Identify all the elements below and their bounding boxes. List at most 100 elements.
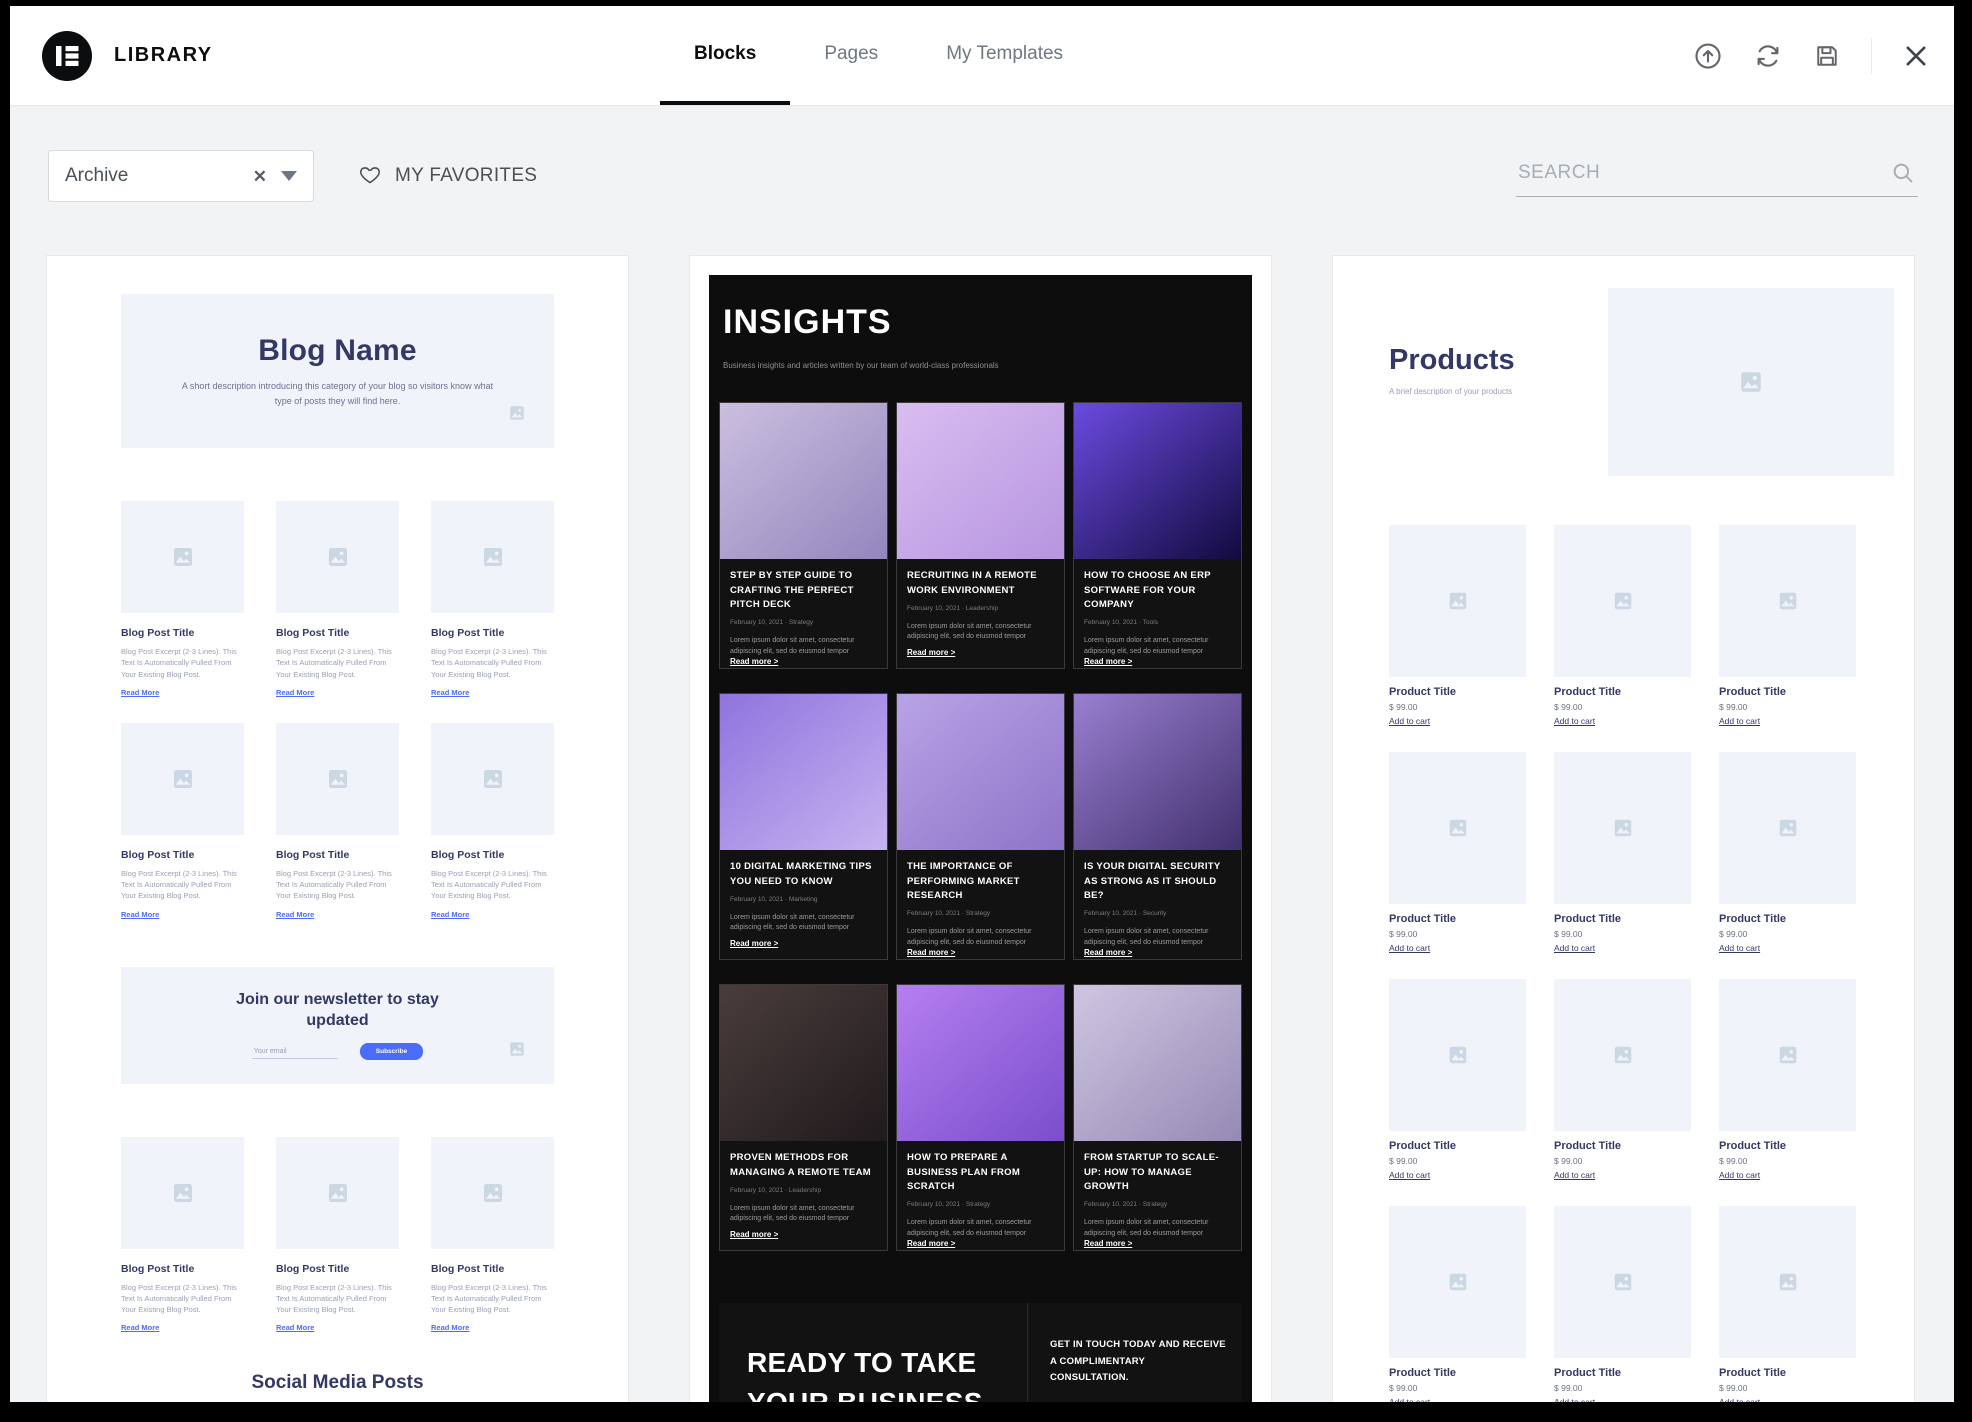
article-meta: February 10, 2021 · Marketing xyxy=(730,896,877,903)
template-card-products[interactable]: Products A brief description of your pro… xyxy=(1332,255,1915,1402)
article-image xyxy=(897,694,1064,850)
blog-post-excerpt: Blog Post Excerpt (2-3 Lines). This Text… xyxy=(121,868,244,902)
product-preview: Product Title $ 99.00 Add to cart xyxy=(1719,752,1856,953)
blog-post-title: Blog Post Title xyxy=(276,849,399,861)
article-meta: February 10, 2021 · Tools xyxy=(1084,619,1231,626)
heart-icon xyxy=(358,163,382,190)
template-card-blog-archive[interactable]: Blog Name A short description introducin… xyxy=(46,255,629,1402)
blog-description: A short description introducing this cat… xyxy=(173,379,503,408)
article-card: Proven methods for managing a remote tea… xyxy=(719,984,888,1251)
tab-blocks[interactable]: Blocks xyxy=(660,6,790,105)
blog-post-excerpt: Blog Post Excerpt (2-3 Lines). This Text… xyxy=(431,646,554,680)
toolbar-divider xyxy=(1871,38,1872,74)
tab-my-templates[interactable]: My Templates xyxy=(912,6,1097,105)
article-card: The importance of performing market rese… xyxy=(896,693,1065,960)
blog-hero-section: Blog Name A short description introducin… xyxy=(121,294,554,448)
image-placeholder xyxy=(1719,752,1856,904)
read-more-link: Read More xyxy=(121,910,244,919)
read-more-link: Read More xyxy=(276,910,399,919)
read-more-link: Read more > xyxy=(1084,657,1231,666)
header-toolbar xyxy=(1693,6,1954,105)
product-price: $ 99.00 xyxy=(1554,929,1691,939)
image-placeholder xyxy=(121,501,244,613)
tab-pages[interactable]: Pages xyxy=(790,6,912,105)
product-price: $ 99.00 xyxy=(1719,1383,1856,1393)
search-icon xyxy=(1890,160,1916,191)
image-placeholder xyxy=(1389,752,1526,904)
products-row: Product Title $ 99.00 Add to cart Produc… xyxy=(1389,979,1856,1180)
article-meta: February 10, 2021 · Strategy xyxy=(907,910,1054,917)
circle-arrow-up-icon xyxy=(1693,41,1723,71)
image-placeholder xyxy=(1719,979,1856,1131)
image-placeholder xyxy=(1554,979,1691,1131)
close-library-button[interactable] xyxy=(1902,42,1930,70)
image-placeholder xyxy=(1719,525,1856,677)
template-card-insights[interactable]: INSIGHTS Business insights and articles … xyxy=(689,255,1272,1402)
article-title: Step by step guide to crafting the perfe… xyxy=(730,569,877,612)
article-card: How to prepare a business plan from scra… xyxy=(896,984,1065,1251)
sync-library-button[interactable] xyxy=(1753,41,1783,71)
product-price: $ 99.00 xyxy=(1719,929,1856,939)
add-to-cart-link: Add to cart xyxy=(1389,716,1526,726)
search-input[interactable] xyxy=(1516,156,1918,197)
product-price: $ 99.00 xyxy=(1719,1156,1856,1166)
article-title: How to choose an ERP software for your c… xyxy=(1084,569,1231,612)
blog-post-title: Blog Post Title xyxy=(121,849,244,861)
article-excerpt: Lorem ipsum dolor sit amet, consectetur … xyxy=(907,622,1054,643)
blog-post-title: Blog Post Title xyxy=(431,627,554,639)
image-placeholder xyxy=(121,1137,244,1249)
newsletter-section: Join our newsletter to stay updated Your… xyxy=(121,967,554,1084)
add-to-cart-link: Add to cart xyxy=(1389,943,1526,953)
blog-post-preview: Blog Post Title Blog Post Excerpt (2-3 L… xyxy=(121,723,244,919)
read-more-link: Read More xyxy=(431,688,554,697)
product-preview: Product Title $ 99.00 Add to cart xyxy=(1389,1206,1526,1402)
brand: LIBRARY xyxy=(10,6,213,105)
blog-name-heading: Blog Name xyxy=(258,334,417,368)
my-favorites-toggle[interactable]: MY FAVORITES xyxy=(358,163,537,190)
article-image xyxy=(897,985,1064,1141)
article-title: 10 digital marketing tips you need to kn… xyxy=(730,860,877,889)
blog-post-title: Blog Post Title xyxy=(121,627,244,639)
blog-post-title: Blog Post Title xyxy=(431,1263,554,1275)
article-title: Recruiting in a remote work environment xyxy=(907,569,1054,598)
article-meta: February 10, 2021 · Leadership xyxy=(730,1187,877,1194)
product-preview: Product Title $ 99.00 Add to cart xyxy=(1554,979,1691,1180)
article-card: 10 digital marketing tips you need to kn… xyxy=(719,693,888,960)
clear-category-icon[interactable]: ✕ xyxy=(253,168,267,185)
save-template-button[interactable] xyxy=(1813,42,1841,70)
article-meta: February 10, 2021 · Strategy xyxy=(730,619,877,626)
read-more-link: Read more > xyxy=(730,1230,877,1239)
floppy-disk-icon xyxy=(1813,42,1841,70)
blog-post-preview: Blog Post Title Blog Post Excerpt (2-3 L… xyxy=(121,501,244,697)
blog-post-excerpt: Blog Post Excerpt (2-3 Lines). This Text… xyxy=(276,868,399,902)
products-header: Products A brief description of your pro… xyxy=(1389,288,1856,476)
product-title: Product Title xyxy=(1719,913,1856,925)
subscribe-button: Subscribe xyxy=(360,1043,423,1060)
article-title: How to prepare a business plan from scra… xyxy=(907,1151,1054,1194)
product-preview: Product Title $ 99.00 Add to cart xyxy=(1554,752,1691,953)
filter-bar: Archive ✕ MY FAVORITES xyxy=(10,106,1954,202)
product-preview: Product Title $ 99.00 Add to cart xyxy=(1554,1206,1691,1402)
add-to-cart-link: Add to cart xyxy=(1389,1397,1526,1402)
product-title: Product Title xyxy=(1389,913,1526,925)
read-more-link: Read more > xyxy=(730,657,877,666)
article-card: How to choose an ERP software for your c… xyxy=(1073,402,1242,669)
blog-posts-row: Blog Post Title Blog Post Excerpt (2-3 L… xyxy=(121,1137,554,1333)
article-meta: February 10, 2021 · Leadership xyxy=(907,605,1054,612)
article-image xyxy=(1074,403,1241,559)
products-row: Product Title $ 99.00 Add to cart Produc… xyxy=(1389,752,1856,953)
article-title: Is your digital security as strong as it… xyxy=(1084,860,1231,903)
add-to-cart-link: Add to cart xyxy=(1719,1397,1856,1402)
product-price: $ 99.00 xyxy=(1389,1383,1526,1393)
blog-post-excerpt: Blog Post Excerpt (2-3 Lines). This Text… xyxy=(431,1282,554,1316)
article-excerpt: Lorem ipsum dolor sit amet, consectetur … xyxy=(730,1204,877,1225)
product-title: Product Title xyxy=(1554,1367,1691,1379)
category-select[interactable]: Archive ✕ xyxy=(48,150,314,202)
product-title: Product Title xyxy=(1554,913,1691,925)
cta-note: GET IN TOUCH TODAY AND RECEIVE A COMPLIM… xyxy=(1050,1337,1226,1385)
add-to-cart-link: Add to cart xyxy=(1554,1397,1691,1402)
image-placeholder xyxy=(121,723,244,835)
image-placeholder xyxy=(1389,525,1526,677)
import-template-button[interactable] xyxy=(1693,41,1723,71)
product-title: Product Title xyxy=(1719,1367,1856,1379)
